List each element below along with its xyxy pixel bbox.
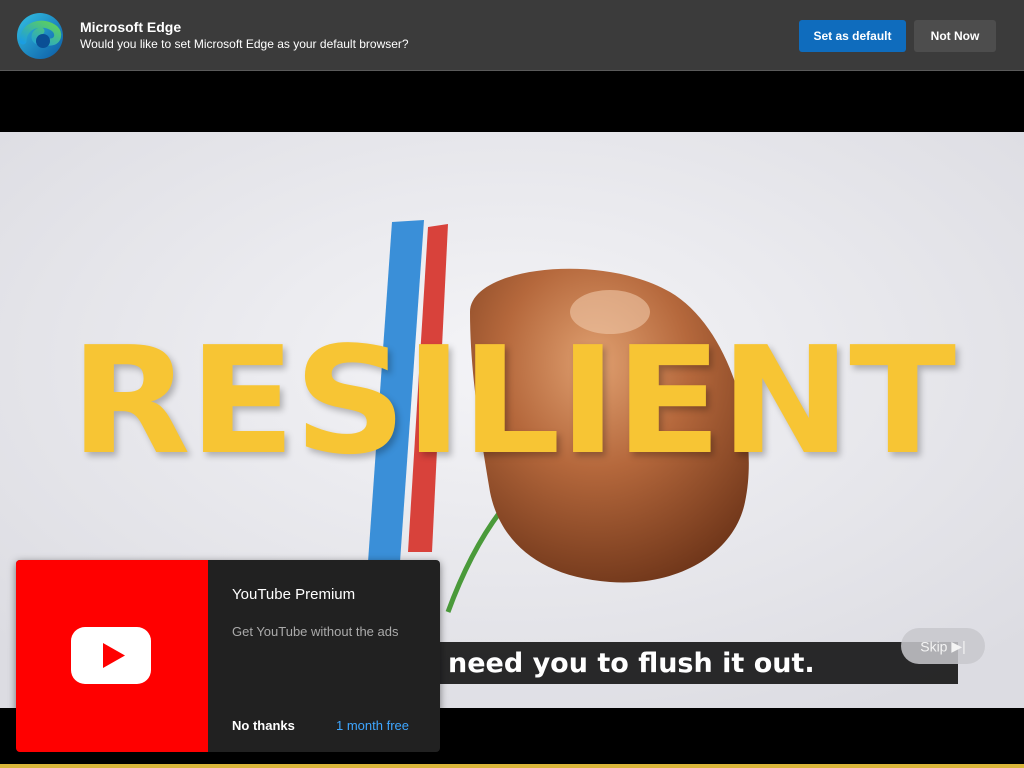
youtube-logo-icon	[71, 627, 151, 684]
edge-logo-icon	[17, 13, 63, 59]
page-bottom-strip	[0, 764, 1024, 768]
skip-label: Skip	[920, 638, 948, 655]
no-thanks-button[interactable]: No thanks	[232, 718, 295, 733]
promo-subtitle: Get YouTube without the ads	[232, 624, 399, 639]
promo-banner	[16, 560, 208, 752]
edge-default-browser-bar: Microsoft Edge Would you like to set Mic…	[0, 0, 1024, 71]
set-as-default-button[interactable]: Set as default	[799, 20, 906, 52]
promo-title: YouTube Premium	[232, 586, 356, 603]
one-month-free-button[interactable]: 1 month free	[336, 718, 409, 733]
youtube-premium-popup: YouTube Premium Get YouTube without the …	[16, 560, 440, 752]
skip-next-icon: ▶|	[951, 637, 966, 654]
skip-ad-button[interactable]: Skip ▶|	[901, 628, 985, 664]
edge-prompt-title: Microsoft Edge	[80, 19, 182, 35]
video-headline-text: RESILIENT	[69, 315, 956, 487]
not-now-button[interactable]: Not Now	[914, 20, 996, 52]
edge-prompt-subtitle: Would you like to set Microsoft Edge as …	[80, 37, 409, 51]
video-caption: need you to flush it out.	[448, 648, 815, 679]
